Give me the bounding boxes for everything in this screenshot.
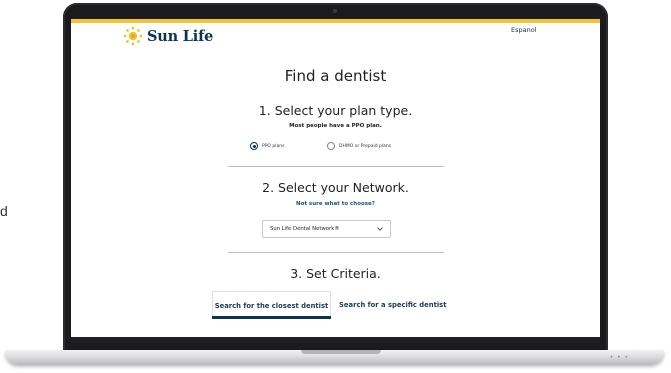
language-link[interactable]: Espanol [511,26,537,34]
page-title: Find a dentist [284,67,387,85]
tab-label-specific: Search for a specific dentist [339,301,447,309]
chevron-down-icon [377,227,383,231]
camera-icon [333,9,337,13]
radio-option-ppo[interactable]: PPO plans [250,142,284,150]
network-select-value: Sun Life Dental Network® [270,226,340,232]
radio-label-dhmo: DHMO or Prepaid plans [339,143,392,149]
radio-button-ppo[interactable] [250,142,258,150]
step2-title: 2. Select your Network. [262,180,409,195]
laptop-screen: Sun Life Espanol Find a dentist 1. Selec… [71,19,600,343]
step1-subtitle: Most people have a PPO plan. [289,123,382,129]
tab-closest-dentist[interactable]: Search for the closest dentist [212,291,331,319]
laptop-base: • • • [5,350,664,365]
tab-specific-dentist[interactable]: Search for a specific dentist [339,291,446,319]
section-divider [228,252,444,253]
tab-label-closest: Search for the closest dentist [214,301,329,310]
radio-label-ppo: PPO plans [262,143,285,149]
sun-life-logo[interactable]: Sun Life [123,26,213,46]
radio-button-dhmo[interactable] [327,142,335,150]
step1-title: 1. Select your plan type. [258,103,413,118]
partial-side-text: d [0,203,8,219]
screen-bottom-bezel [71,337,600,343]
network-select[interactable]: Sun Life Dental Network® [262,220,391,238]
sun-icon [123,26,143,46]
logo-text: Sun Life [147,27,214,45]
speaker-dots: • • • [609,354,629,361]
radio-option-dhmo[interactable]: DHMO or Prepaid plans [327,142,391,150]
laptop-opening-notch [301,350,381,354]
network-help-link[interactable]: Not sure what to choose? [71,201,600,207]
step3-title: 3. Set Criteria. [290,266,381,281]
section-divider [228,166,444,167]
active-tab-indicator [212,316,331,319]
brand-top-bar [71,19,600,23]
